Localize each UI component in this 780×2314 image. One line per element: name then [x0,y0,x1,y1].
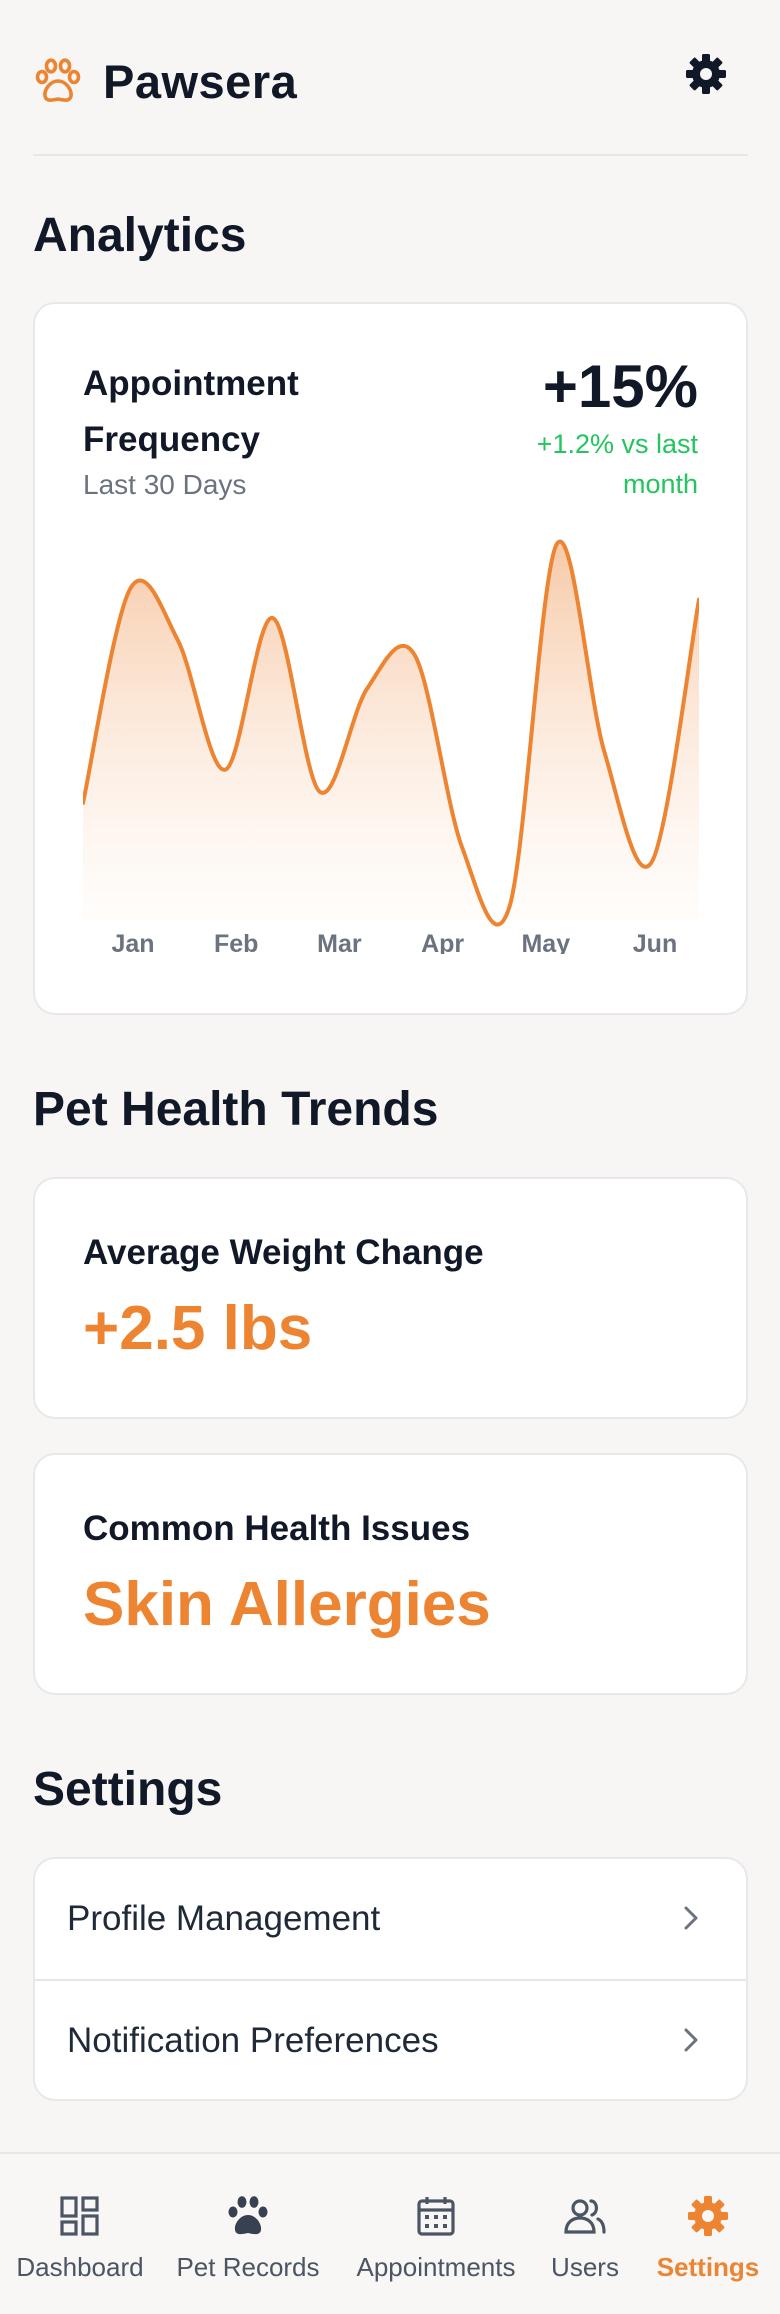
chevron-right-icon [684,1906,698,1930]
gear-icon [688,2196,728,2236]
notification-preferences-row[interactable]: Notification Preferences [35,1981,746,2099]
frequency-delta: +1.2% vs last month [536,429,698,499]
x-tick-label: Jun [633,930,677,954]
app-header: Pawsera [33,36,748,156]
notification-preferences-label: Notification Preferences [67,2021,439,2060]
brand: Pawsera [33,54,297,109]
nav-label: Users [551,2252,619,2282]
x-tick-label: Mar [317,930,362,954]
profile-management-row[interactable]: Profile Management [35,1859,746,1981]
nav-label: Pet Records [176,2252,320,2282]
settings-gear-button[interactable] [682,50,730,98]
x-tick-label: Feb [214,930,258,954]
health-section-title: Pet Health Trends [33,1083,439,1136]
calendar-icon [417,2197,455,2236]
app-screen: Pawsera Analytics Appointment Frequency … [0,0,780,2314]
x-tick-label: Apr [421,930,464,954]
nav-users[interactable]: Users [540,2154,630,2314]
health-issues-label: Common Health Issues [83,1509,471,1548]
nav-label: Appointments [356,2252,516,2282]
frequency-value: +15% [542,353,698,420]
settings-list: Profile Management Notification Preferen… [33,1857,748,2101]
dashboard-icon [60,2196,99,2236]
card-title: Appointment Frequency [83,364,299,459]
nav-settings[interactable]: Settings [650,2154,766,2314]
nav-label: Settings [656,2252,760,2282]
x-tick-label: May [521,930,570,954]
weight-change-label: Average Weight Change [83,1233,484,1272]
nav-label: Dashboard [16,2252,144,2282]
settings-section-title: Settings [33,1763,223,1816]
weight-change-value: +2.5 lbs [83,1294,313,1363]
paw-logo-icon [35,57,81,102]
weight-change-card: Average Weight Change +2.5 lbs [33,1177,748,1419]
appointment-frequency-card: Appointment Frequency Last 30 Days +15% … [33,302,748,1015]
app-name: Pawsera [103,55,298,108]
users-icon [564,2199,606,2234]
nav-pet-records[interactable]: Pet Records [168,2154,328,2314]
health-issues-card: Common Health Issues Skin Allergies [33,1453,748,1695]
appointment-frequency-chart: Jan Feb Mar Apr May Jun [83,539,699,954]
analytics-section-title: Analytics [33,209,247,262]
profile-management-label: Profile Management [67,1899,381,1938]
period-label: Last 30 Days [83,469,247,500]
chevron-right-icon [684,2028,698,2052]
series-area [83,541,699,925]
bottom-navigation: Dashboard Pet Records Appointments Users… [0,2152,780,2314]
nav-appointments[interactable]: Appointments [344,2154,528,2314]
health-issues-value: Skin Allergies [83,1570,491,1639]
x-tick-label: Jan [111,930,154,954]
nav-dashboard[interactable]: Dashboard [0,2154,160,2314]
paw-icon [228,2196,268,2235]
